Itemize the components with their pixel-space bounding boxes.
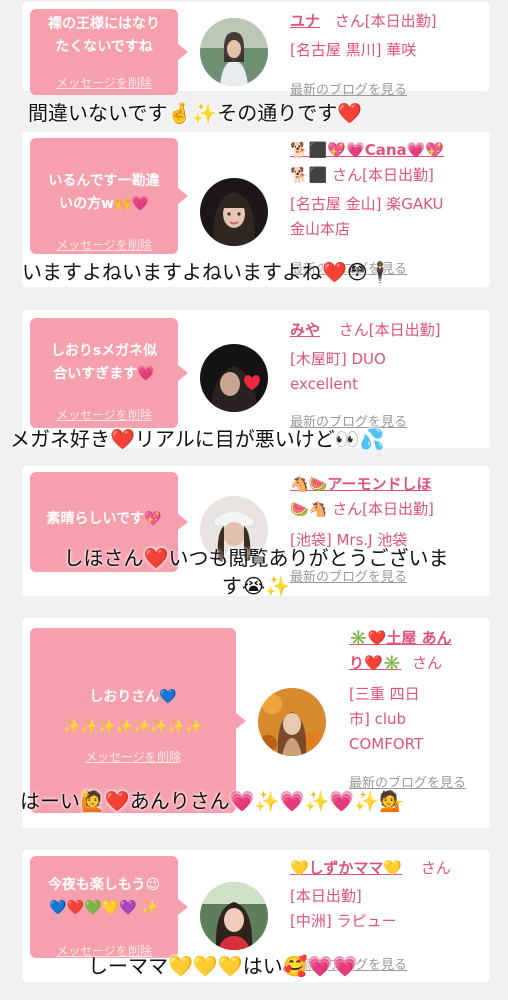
sender-name-line: 🐕⬛💖💗Cana💗💖 🐕⬛ さん[本日出勤] [290,138,486,188]
delete-message-link[interactable]: メッセージを削除 [30,406,178,423]
message-bubble: しおりさん💙 ✨✨✨✨✨✨✨✨ メッセージを削除 [30,628,246,813]
message-text: しおりsメガネ似 合いすぎます💗 [50,343,158,382]
avatar[interactable] [200,882,268,950]
message-card: 裸の王様にはなり たくないですね メッセージを削除 ユナ さん[本日出勤] [名… [22,2,490,98]
delete-message-link[interactable]: メッセージを削除 [30,74,178,91]
sender-name-line: 🐴🍉アーモンドしほ 🍉🐴 さん[本日出勤] [290,472,486,522]
avatar[interactable] [200,178,268,246]
sender-status: さん[本日出勤] [338,321,441,339]
sender-status: 🍉🐴 さん[本日出勤] [290,500,434,518]
reply-text: いますよねいますよねいますよね❤️😳🕴 [22,260,393,284]
sender-status: さん[本日出勤] [334,12,437,30]
sender-name-link[interactable]: みや [290,321,320,339]
sender-name-link[interactable]: 🐴🍉アーモンドしほ [290,475,431,493]
message-bubble: 今夜も楽しもう😉 💙❤️💚💛💜 ✨ メッセージを削除 [30,856,188,958]
shop-name[interactable]: [名古屋 黒川] 華咲 [290,38,416,63]
sender-name-link[interactable]: 🐕⬛💖💗Cana💗💖 [290,141,444,159]
message-bubble: いるんです一勘違 いの方w🙌💗 メッセージを削除 [30,138,188,254]
reply-text: はーい🙋❤️あんりさん💗✨💗✨💗✨💁 [20,789,405,813]
message-bubble: 裸の王様にはなり たくないですね メッセージを削除 [30,9,188,95]
sender-name-line: ✳️❤️土屋 あん り❤️✳️ さん [349,626,489,676]
message-text: 今夜も楽しもう😉 💙❤️💚💛💜 ✨ [47,877,161,916]
message-text: 裸の王様にはなり たくないですね [48,16,160,55]
shop-name[interactable]: [本日出勤] [中洲] ラピュー [290,884,396,934]
sender-status: 🐕⬛ さん[本日出勤] [290,166,434,184]
sender-status: さん [412,654,443,672]
reply-text: しーママ💛💛💛はい🥰💗💗 [88,954,358,978]
shop-name[interactable]: [木屋町] DUO excellent [290,347,386,397]
sender-name-line: 💛しずかママ💛 さん [290,856,451,881]
message-text: いるんです一勘違 いの方w🙌💗 [48,173,160,212]
message-text: 素晴らしいです💖 [46,511,162,527]
latest-blog-link[interactable]: 最新のブログを見る [290,79,407,98]
shop-name[interactable]: [名古屋 金山] 楽GAKU 金山本店 [290,192,444,242]
sender-name-line: みや さん[本日出勤] [290,318,441,343]
reply-text: メガネ好き❤️リアルに目が悪いけど👀💦 [10,427,385,451]
reply-text: 間違いないです🤞✨その通りです❤️ [28,101,363,125]
avatar[interactable] [258,688,326,756]
reply-text: しほさん❤️いつも閲覧ありがとうございま す😭✨ [63,546,449,598]
delete-message-link[interactable]: メッセージを削除 [30,236,178,253]
delete-message-link[interactable]: メッセージを削除 [30,748,236,765]
message-bubble: しおりsメガネ似 合いすぎます💗 メッセージを削除 [30,318,188,428]
sender-name-link[interactable]: 💛しずかママ💛 [290,859,402,877]
avatar[interactable] [200,18,268,86]
avatar[interactable] [200,344,268,412]
sender-name-link[interactable]: ユナ [290,12,320,30]
sender-name-line: ユナ さん[本日出勤] [290,9,437,34]
sender-status: さん [420,859,451,877]
shop-name[interactable]: [三重 四日 市] club COMFORT [349,682,423,757]
message-text: しおりさん💙 ✨✨✨✨✨✨✨✨ [63,689,203,735]
